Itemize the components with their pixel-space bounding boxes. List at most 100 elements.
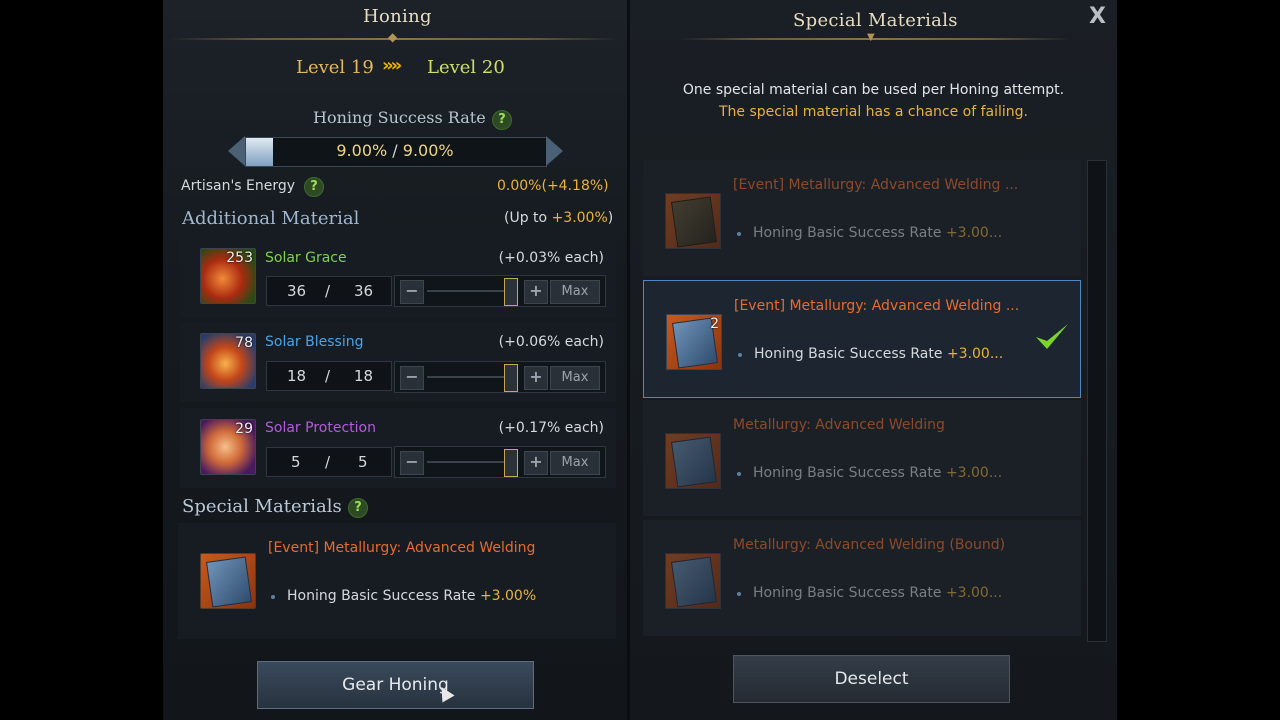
artisans-energy-gain: (+4.18%): [541, 178, 609, 194]
solar-blessing-name: Solar Blessing: [265, 334, 364, 350]
special-material-card[interactable]: Metallurgy: Advanced Welding Honing Basi…: [643, 400, 1081, 516]
card-stat-value: +3.00...: [946, 346, 1004, 362]
solar-grace-max-button[interactable]: Max: [550, 280, 600, 304]
solar-protection-qty-max: 5: [358, 453, 368, 471]
book-icon: [665, 433, 721, 489]
card-stat-label: Honing Basic Success Rate: [753, 465, 946, 481]
honing-title: Honing: [363, 6, 432, 27]
success-rate-title: Honing Success Rate: [313, 108, 486, 127]
solar-blessing-qty-max: 18: [354, 367, 374, 385]
solar-protection-qty: 5 / 5: [266, 447, 392, 477]
special-material-list: [Event] Metallurgy: Advanced Welding ...…: [643, 160, 1081, 640]
solar-protection-stepper: − + Max: [394, 446, 606, 478]
plus-icon[interactable]: +: [524, 280, 548, 304]
special-materials-title: Special Materials: [793, 10, 958, 31]
additional-cap-prefix: (Up to: [504, 210, 552, 226]
artisans-energy-value: 0.00%: [497, 178, 542, 194]
solar-grace-qty-slash: /: [325, 282, 331, 300]
card-name: [Event] Metallurgy: Advanced Welding ...: [733, 177, 1019, 193]
special-materials-help-icon[interactable]: ?: [348, 498, 368, 518]
special-materials-section-title: Special Materials: [182, 496, 342, 517]
artisans-energy-value-wrap: 0.00%(+4.18%): [497, 178, 609, 194]
header-ornament-icon: ◆: [388, 30, 398, 44]
book-icon: [665, 553, 721, 609]
level-from: Level 19: [296, 57, 374, 78]
solar-blessing-icon: 78: [200, 333, 256, 389]
solar-grace-qty-value: 36: [287, 282, 307, 300]
card-stat: Honing Basic Success Rate +3.00...: [753, 585, 1002, 601]
solar-blessing-qty-value: 18: [287, 367, 307, 385]
solar-blessing-each: (+0.06% each): [498, 334, 604, 350]
special-material-card-selected[interactable]: 2 [Event] Metallurgy: Advanced Welding .…: [643, 280, 1081, 398]
card-stat: Honing Basic Success Rate +3.00...: [754, 346, 1003, 362]
minus-icon[interactable]: −: [400, 451, 424, 475]
solar-grace-slider-handle[interactable]: [504, 278, 518, 306]
right-header-divider: [680, 38, 1070, 40]
stat-bullet: [737, 232, 741, 236]
solar-blessing-stepper: − + Max: [394, 361, 606, 393]
plus-icon[interactable]: +: [524, 366, 548, 390]
stat-bullet: [737, 592, 741, 596]
solar-protection-each: (+0.17% each): [498, 420, 604, 436]
card-count: 2: [710, 316, 719, 332]
right-header-ornament-icon: ▼: [867, 32, 875, 43]
solar-grace-qty: 36 / 36: [266, 276, 392, 306]
card-name: Metallurgy: Advanced Welding: [733, 417, 945, 433]
additional-cap-suffix: ): [607, 210, 614, 226]
card-stat-value: +3.00...: [945, 585, 1003, 601]
additional-cap: (Up to +3.00%): [504, 210, 613, 226]
plus-icon[interactable]: +: [524, 451, 548, 475]
gear-honing-button[interactable]: Gear Honing: [257, 661, 534, 709]
notice-line-2: The special material has a chance of fai…: [718, 104, 1028, 120]
card-stat-label: Honing Basic Success Rate: [754, 346, 947, 362]
success-rate-max: 9.00%: [402, 141, 454, 160]
stat-bullet: [271, 595, 275, 599]
card-stat: Honing Basic Success Rate +3.00...: [753, 225, 1002, 241]
deselect-button[interactable]: Deselect: [733, 655, 1010, 703]
card-stat-value: +3.00...: [945, 225, 1003, 241]
special-material-card[interactable]: [Event] Metallurgy: Advanced Welding ...…: [643, 160, 1081, 276]
solar-grace-slider-track[interactable]: [427, 290, 507, 292]
minus-icon[interactable]: −: [400, 280, 424, 304]
solar-blessing-qty-slash: /: [325, 367, 331, 385]
card-stat: Honing Basic Success Rate +3.00...: [753, 465, 1002, 481]
success-rate-text: 9.00% / 9.00%: [245, 141, 545, 160]
card-stat-label: Honing Basic Success Rate: [753, 585, 946, 601]
close-icon[interactable]: X: [1089, 4, 1106, 29]
special-material-card[interactable]: Metallurgy: Advanced Welding (Bound) Hon…: [643, 520, 1081, 636]
solar-protection-qty-value: 5: [291, 453, 301, 471]
minus-icon[interactable]: −: [400, 366, 424, 390]
solar-protection-name: Solar Protection: [265, 420, 376, 436]
book-icon: 2: [666, 314, 722, 370]
solar-blessing-slider-handle[interactable]: [504, 364, 518, 392]
solar-protection-count: 29: [235, 421, 253, 437]
solar-blessing-qty: 18 / 18: [266, 361, 392, 391]
rate-bar-right-cap: [546, 136, 563, 166]
solar-protection-qty-slash: /: [325, 453, 331, 471]
selected-special-stat-value: +3.00%: [479, 588, 537, 604]
stat-bullet: [737, 472, 741, 476]
solar-protection-slider-handle[interactable]: [504, 449, 518, 477]
book-icon: [665, 193, 721, 249]
solar-protection-slider-track[interactable]: [427, 461, 507, 463]
solar-blessing-max-button[interactable]: Max: [550, 366, 600, 390]
solar-grace-count: 253: [226, 250, 253, 266]
additional-material-title: Additional Material: [182, 208, 360, 229]
artisans-energy-help-icon[interactable]: ?: [304, 177, 324, 197]
solar-blessing-slider-track[interactable]: [427, 376, 507, 378]
success-rate-current: 9.00%: [336, 141, 388, 160]
checkmark-icon: [1036, 324, 1068, 349]
rate-bar-left-cap: [228, 136, 245, 166]
success-rate-separator: /: [392, 141, 398, 160]
success-rate-help-icon[interactable]: ?: [492, 110, 512, 130]
selected-special-stat-label: Honing Basic Success Rate: [287, 588, 480, 604]
selected-special-name: [Event] Metallurgy: Advanced Welding: [268, 540, 536, 556]
list-scrollbar[interactable]: [1087, 160, 1107, 642]
card-stat-value: +3.00...: [945, 465, 1003, 481]
level-to: Level 20: [427, 57, 505, 78]
solar-grace-name: Solar Grace: [265, 250, 347, 266]
selected-special-stat: Honing Basic Success Rate +3.00%: [287, 588, 536, 604]
solar-protection-max-button[interactable]: Max: [550, 451, 600, 475]
solar-blessing-count: 78: [235, 335, 253, 351]
level-arrows-icon: »»: [382, 55, 402, 76]
